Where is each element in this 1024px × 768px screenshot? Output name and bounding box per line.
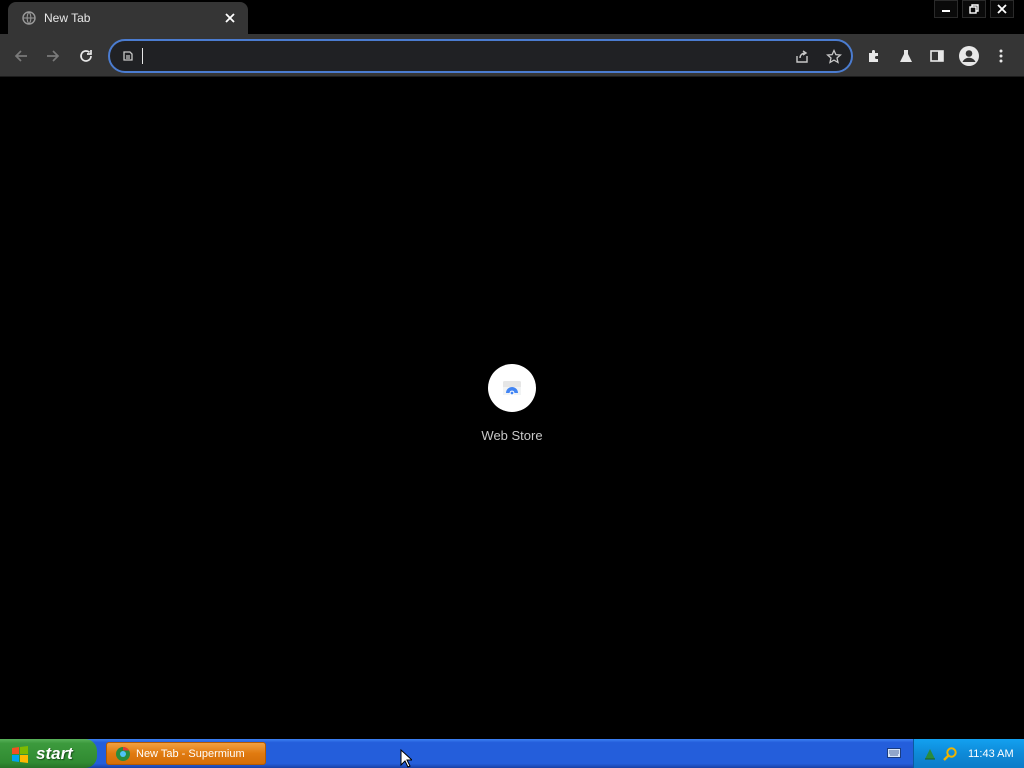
clock[interactable]: 11:43 AM — [968, 748, 1014, 760]
profile-button[interactable] — [956, 43, 982, 69]
system-tray: 11:43 AM — [913, 739, 1024, 768]
taskbar-item-supermium[interactable]: New Tab - Supermium — [106, 742, 266, 765]
start-button[interactable]: start — [0, 739, 97, 768]
taskbar-item-label: New Tab - Supermium — [136, 747, 245, 760]
forward-button[interactable] — [40, 43, 66, 69]
text-caret — [142, 48, 143, 64]
restore-button[interactable] — [962, 0, 986, 18]
reload-icon — [80, 50, 92, 62]
new-tab-page: Web Store — [0, 77, 1024, 739]
back-arrow-icon — [14, 50, 27, 62]
keyboard-icon[interactable] — [886, 746, 902, 760]
page-info-icon[interactable] — [120, 48, 136, 64]
side-panel-button[interactable] — [924, 43, 950, 69]
shortcut-web-store[interactable]: Web Store — [472, 363, 552, 447]
shortcut-label: Web Store — [481, 428, 543, 443]
puzzle-icon — [869, 50, 878, 62]
search-icon[interactable] — [942, 746, 958, 762]
taskbar: start New Tab - Supermium 11:43 AM — [0, 739, 1024, 768]
extensions-button[interactable] — [861, 43, 887, 69]
web-store-icon — [503, 381, 521, 396]
reload-button[interactable] — [73, 43, 99, 69]
shortcut-tile — [488, 364, 536, 412]
minimize-button[interactable] — [934, 0, 958, 18]
close-window-button[interactable] — [990, 0, 1014, 18]
tab-new-tab[interactable]: New Tab — [8, 2, 248, 34]
tab-close-icon[interactable] — [222, 10, 238, 26]
browser-toolbar — [0, 34, 1024, 77]
avatar-icon — [959, 46, 979, 66]
share-icon[interactable] — [792, 47, 812, 67]
back-button[interactable] — [8, 43, 34, 69]
windows-logo-icon — [10, 744, 30, 764]
supermium-icon — [115, 746, 131, 762]
bookmark-star-icon[interactable] — [824, 47, 844, 67]
labs-button[interactable] — [893, 43, 919, 69]
forward-arrow-icon — [47, 50, 60, 62]
side-panel-icon — [930, 50, 944, 62]
flask-icon — [900, 50, 912, 62]
window-controls — [930, 0, 1014, 18]
address-bar[interactable] — [108, 39, 853, 73]
address-input[interactable] — [140, 46, 760, 66]
screen: New Tab Web Store start New Tab - Superm… — [0, 0, 1024, 768]
tab-strip: New Tab — [0, 0, 1024, 34]
mouse-pointer-icon — [400, 749, 412, 768]
tab-title: New Tab — [44, 11, 91, 25]
globe-icon — [22, 11, 36, 25]
menu-button[interactable] — [988, 43, 1014, 69]
kebab-menu-icon — [999, 49, 1003, 63]
network-icon[interactable] — [922, 746, 938, 762]
start-label: start — [36, 743, 73, 763]
